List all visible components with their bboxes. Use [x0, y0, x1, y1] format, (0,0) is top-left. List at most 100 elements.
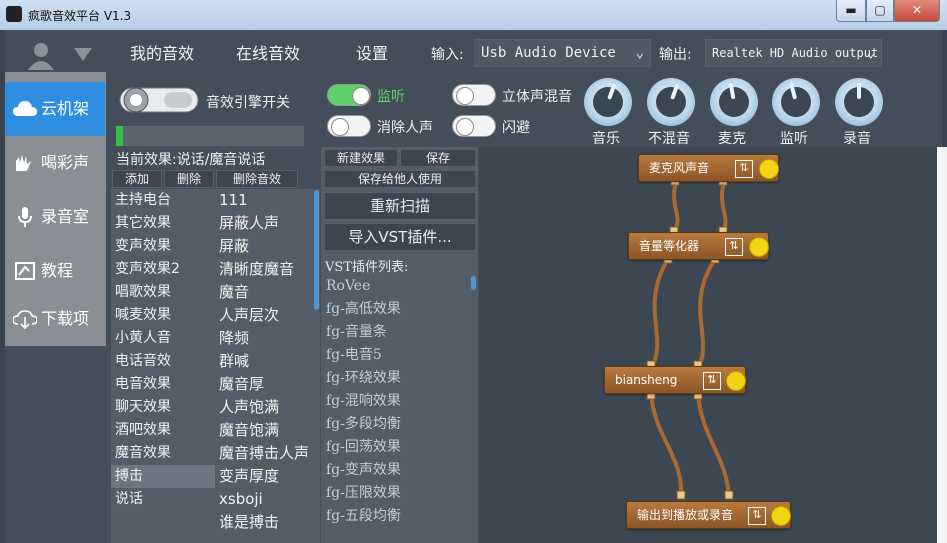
knob-center	[656, 87, 686, 117]
user-icon	[28, 43, 54, 70]
list-item[interactable]: 魔音	[215, 281, 320, 304]
engine-switch[interactable]	[118, 80, 200, 120]
list-item[interactable]: 魔音搏击人声	[215, 442, 320, 465]
vocal-remove-toggle[interactable]	[327, 115, 371, 137]
list-item[interactable]: 电音效果	[111, 373, 215, 396]
delete-effect-button[interactable]: 删除音效	[216, 170, 298, 188]
tab-settings[interactable]: 设置	[322, 37, 422, 71]
output-device-select[interactable]: Realtek HD Audio output ⌄	[705, 39, 882, 67]
mixer-icon[interactable]: ⇅	[725, 238, 743, 256]
stereo-mix-toggle[interactable]	[452, 84, 496, 106]
nav-item-cheers[interactable]: 喝彩声	[5, 136, 106, 190]
delete-button[interactable]: 删除	[164, 170, 214, 188]
new-effect-button[interactable]: 新建效果	[324, 149, 398, 167]
list-item[interactable]: 变声厚度	[215, 465, 320, 488]
node-label: 输出到播放或录音	[637, 508, 734, 522]
nav-label: 录音室	[41, 207, 90, 226]
graph-node-output[interactable]: 输出到播放或录音 ⇅	[626, 501, 791, 529]
list-item[interactable]: 小黄人音	[111, 327, 215, 350]
list-item[interactable]: 主持电台	[111, 189, 215, 212]
rescan-button[interactable]: 重新扫描	[324, 192, 476, 220]
list-item[interactable]: RoVee	[322, 275, 470, 298]
list-item[interactable]: 变声效果2	[111, 258, 215, 281]
graph-node-biansheng[interactable]: biansheng ⇅	[604, 366, 746, 394]
list-item[interactable]: 唱歌效果	[111, 281, 215, 304]
list-item[interactable]: 人声层次	[215, 304, 320, 327]
close-button[interactable]: ✕	[894, 0, 940, 22]
list-item[interactable]: 111	[215, 189, 320, 212]
list-item[interactable]: 屏蔽	[215, 235, 320, 258]
knob-label: 麦克	[718, 131, 746, 147]
nav-item-studio[interactable]: 录音室	[5, 190, 106, 244]
mixer-icon[interactable]: ⇅	[735, 160, 753, 178]
list-item[interactable]: 聊天效果	[111, 396, 215, 419]
save-share-button[interactable]: 保存给他人使用	[324, 170, 476, 188]
mixer-icon[interactable]: ⇅	[748, 507, 766, 525]
category-list: 主持电台 其它效果 变声效果 变声效果2 唱歌效果 喊麦效果 小黄人音 电话音效…	[111, 189, 215, 543]
record-knob[interactable]	[835, 78, 883, 126]
user-menu[interactable]	[18, 38, 98, 72]
list-item[interactable]: 酒吧效果	[111, 419, 215, 442]
clap-icon	[16, 155, 31, 171]
cloud-icon	[13, 101, 37, 116]
nav-label: 下载项	[41, 309, 90, 328]
input-device-select[interactable]: Usb Audio Device ⌄	[474, 39, 651, 67]
list-item[interactable]: fg-五段均衡	[322, 505, 470, 528]
triangle-down-icon	[74, 48, 92, 61]
list-item[interactable]: 说话	[111, 488, 215, 511]
status-dot-icon	[771, 506, 791, 526]
list-item[interactable]: 喊麦效果	[111, 304, 215, 327]
monitor-knob[interactable]	[772, 78, 820, 126]
music-knob[interactable]	[584, 78, 632, 126]
minimize-button[interactable]: ▬	[836, 0, 866, 22]
list-item[interactable]: fg-电音5	[322, 344, 470, 367]
nav-label: 云机架	[41, 99, 90, 118]
download-cloud-icon	[13, 310, 37, 329]
list-item[interactable]: 魔音厚	[215, 373, 320, 396]
list-item[interactable]: 魔音效果	[111, 442, 215, 465]
list-item[interactable]: fg-多段均衡	[322, 413, 470, 436]
list-item[interactable]: fg-混响效果	[322, 390, 470, 413]
list-item[interactable]: 魔音饱满	[215, 419, 320, 442]
list-item[interactable]: fg-高低效果	[322, 298, 470, 321]
list-item[interactable]: fg-变声效果	[322, 459, 470, 482]
list-item[interactable]: 群喊	[215, 350, 320, 373]
list-item[interactable]: 变声效果	[111, 235, 215, 258]
no-mix-knob[interactable]	[647, 78, 695, 126]
mic-knob[interactable]	[710, 78, 758, 126]
tab-online-effects[interactable]: 在线音效	[218, 37, 318, 71]
list-item[interactable]: fg-回荡效果	[322, 436, 470, 459]
vocal-remove-label: 消除人声	[377, 120, 433, 136]
graph-node-eq[interactable]: 音量等化器 ⇅	[628, 232, 769, 260]
list-item[interactable]: 谁是搏击	[215, 511, 320, 534]
import-vst-button[interactable]: 导入VST插件...	[324, 223, 476, 251]
list-item[interactable]: fg-压限效果	[322, 482, 470, 505]
nav-item-downloads[interactable]: 下载项	[5, 292, 106, 346]
graph-node-mic[interactable]: 麦克风声音 ⇅	[638, 154, 779, 182]
monitor-toggle[interactable]	[327, 84, 371, 106]
effect-list-scrollbar[interactable]	[314, 190, 319, 310]
knob-center	[593, 87, 623, 117]
maximize-button[interactable]: ▢	[866, 0, 894, 22]
list-item[interactable]: 降频	[215, 327, 320, 350]
mixer-icon[interactable]: ⇅	[703, 372, 721, 390]
add-button[interactable]: 添加	[112, 170, 162, 188]
list-item[interactable]: fg-音量条	[322, 321, 470, 344]
list-item[interactable]: 清晰度魔音	[215, 258, 320, 281]
ducking-toggle[interactable]	[452, 115, 496, 137]
list-item[interactable]: fg-环绕效果	[322, 367, 470, 390]
list-item[interactable]: 其它效果	[111, 212, 215, 235]
vst-list-scrollbar[interactable]	[471, 276, 476, 290]
save-button[interactable]: 保存	[400, 149, 476, 167]
list-item[interactable]: 人声饱满	[215, 396, 320, 419]
list-item-selected[interactable]: 搏击	[111, 465, 215, 488]
nav-item-cloud-rack[interactable]: 云机架	[5, 82, 105, 136]
list-item[interactable]: 屏蔽人声	[215, 212, 320, 235]
nav-item-tutorial[interactable]: 教程	[5, 244, 106, 298]
microphone-icon	[18, 207, 32, 227]
list-item[interactable]: xsboji	[215, 488, 320, 511]
knob-pointer	[857, 83, 861, 99]
tab-my-effects[interactable]: 我的音效	[112, 37, 212, 71]
list-item[interactable]: 电话音效	[111, 350, 215, 373]
knob-center	[781, 87, 811, 117]
